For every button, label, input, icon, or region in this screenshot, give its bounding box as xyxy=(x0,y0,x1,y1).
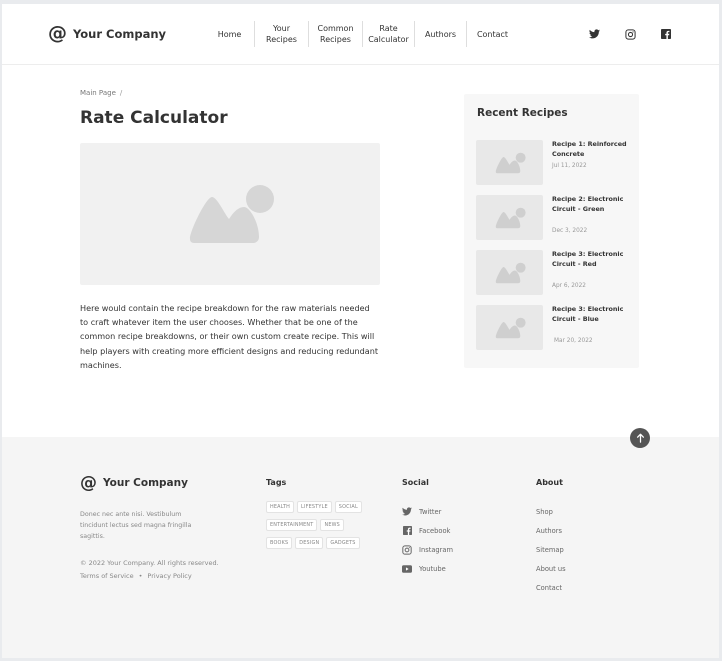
tag-design[interactable]: DESIGN xyxy=(295,537,324,549)
recipe-title[interactable]: Recipe 1: Reinforced Concrete xyxy=(552,140,632,159)
recipe-thumbnail xyxy=(476,305,543,350)
about-authors-link[interactable]: Authors xyxy=(536,521,566,540)
tag-gadgets[interactable]: GADGETS xyxy=(326,537,360,549)
page: @ Your Company Home Your Recipes Common … xyxy=(2,4,719,658)
recipe-title[interactable]: Recipe 3: Electronic Circuit - Red xyxy=(552,250,632,269)
legal-separator: • xyxy=(138,572,143,580)
image-placeholder-icon xyxy=(495,152,526,173)
about-us-link[interactable]: About us xyxy=(536,559,566,578)
breadcrumb: Main Page / xyxy=(80,89,122,97)
instagram-icon[interactable] xyxy=(623,27,637,41)
recipe-date: Jul 11, 2022 xyxy=(552,163,587,169)
image-placeholder-icon xyxy=(495,317,526,338)
facebook-icon xyxy=(402,526,412,536)
about-shop-link[interactable]: Shop xyxy=(536,502,566,521)
footer-logo-name: Your Company xyxy=(103,477,188,489)
arrow-up-icon xyxy=(636,433,644,443)
nav-common-recipes[interactable]: Common Recipes xyxy=(308,21,362,47)
tags-title: Tags xyxy=(266,478,287,487)
breadcrumb-separator: / xyxy=(119,89,123,97)
nav-home[interactable]: Home xyxy=(205,21,254,47)
tag-lifestyle[interactable]: LIFESTYLE xyxy=(297,501,332,513)
privacy-link[interactable]: Privacy Policy xyxy=(147,572,191,580)
footer-legal-links: Terms of Service • Privacy Policy xyxy=(80,572,192,580)
tag-list: HEALTH LIFESTYLE SOCIAL ENTERTAINMENT NE… xyxy=(266,501,376,555)
footer-blurb: Donec nec ante nisi. Vestibulum tincidun… xyxy=(80,511,192,540)
tag-health[interactable]: HEALTH xyxy=(266,501,295,513)
social-youtube-link[interactable]: Youtube xyxy=(402,559,453,578)
logo-at-icon: @ xyxy=(48,22,67,44)
image-placeholder-icon xyxy=(495,207,526,228)
nav-contact[interactable]: Contact xyxy=(466,21,518,47)
recent-recipe-item[interactable]: Recipe 3: Electronic Circuit - Red Apr 6… xyxy=(476,250,636,295)
image-placeholder-icon xyxy=(189,185,274,243)
recipe-thumbnail xyxy=(476,250,543,295)
about-sitemap-link[interactable]: Sitemap xyxy=(536,540,566,559)
main-nav: Home Your Recipes Common Recipes Rate Ca… xyxy=(205,21,518,47)
hero-image-placeholder xyxy=(80,143,380,285)
social-label: Twitter xyxy=(419,507,442,516)
social-facebook-link[interactable]: Facebook xyxy=(402,521,453,540)
back-to-top-button[interactable] xyxy=(630,428,650,448)
twitter-icon[interactable] xyxy=(587,27,601,41)
recent-recipe-item[interactable]: Recipe 3: Electronic Circuit - Blue Mar … xyxy=(476,305,636,350)
about-title: About xyxy=(536,478,563,487)
tag-entertainment[interactable]: ENTERTAINMENT xyxy=(266,519,318,531)
logo[interactable]: @ Your Company xyxy=(48,24,166,43)
instagram-icon xyxy=(402,544,412,555)
recipe-date: Mar 20, 2022 xyxy=(554,338,593,344)
recent-recipes-title: Recent Recipes xyxy=(477,107,568,119)
nav-your-recipes[interactable]: Your Recipes xyxy=(254,21,308,47)
recipe-thumbnail xyxy=(476,140,543,185)
tag-social[interactable]: SOCIAL xyxy=(334,501,362,513)
footer-copyright: © 2022 Your Company. All rights reserved… xyxy=(80,559,219,567)
footer-social-list: Twitter Facebook Instagram Youtube xyxy=(402,502,453,578)
about-contact-link[interactable]: Contact xyxy=(536,578,566,597)
footer-about-list: Shop Authors Sitemap About us Contact xyxy=(536,502,566,597)
logo-name: Your Company xyxy=(73,26,167,41)
social-label: Youtube xyxy=(419,564,446,573)
recipe-date: Dec 3, 2022 xyxy=(552,228,588,234)
recipe-title[interactable]: Recipe 3: Electronic Circuit - Blue xyxy=(552,305,632,324)
nav-rate-calculator[interactable]: Rate Calculator xyxy=(362,21,414,47)
footer-logo[interactable]: @ Your Company xyxy=(80,473,188,493)
recipe-title[interactable]: Recipe 2: Electronic Circuit - Green xyxy=(552,195,632,214)
site-header: @ Your Company Home Your Recipes Common … xyxy=(2,4,719,65)
recent-recipe-item[interactable]: Recipe 2: Electronic Circuit - Green Dec… xyxy=(476,195,636,240)
recipe-description: Here would contain the recipe breakdown … xyxy=(80,303,379,370)
header-social xyxy=(587,27,695,41)
social-instagram-link[interactable]: Instagram xyxy=(402,540,453,559)
social-label: Facebook xyxy=(419,526,451,535)
site-footer: @ Your Company Donec nec ante nisi. Vest… xyxy=(2,437,719,658)
social-twitter-link[interactable]: Twitter xyxy=(402,502,453,521)
recent-recipes-panel: Recent Recipes Recipe 1: Reinforced Conc… xyxy=(464,94,639,368)
twitter-icon xyxy=(402,507,412,517)
image-placeholder-icon xyxy=(495,262,526,283)
social-title: Social xyxy=(402,478,429,487)
page-title: Rate Calculator xyxy=(80,108,228,128)
nav-authors[interactable]: Authors xyxy=(414,21,466,47)
youtube-icon xyxy=(402,564,412,574)
tag-news[interactable]: NEWS xyxy=(320,519,344,531)
logo-at-icon: @ xyxy=(80,473,97,493)
recent-recipe-item[interactable]: Recipe 1: Reinforced Concrete Jul 11, 20… xyxy=(476,140,636,185)
tag-books[interactable]: BOOKS xyxy=(266,537,293,549)
breadcrumb-main-page[interactable]: Main Page xyxy=(80,89,116,97)
facebook-icon[interactable] xyxy=(659,27,673,41)
recipe-thumbnail xyxy=(476,195,543,240)
terms-link[interactable]: Terms of Service xyxy=(80,572,134,580)
recipe-date: Apr 6, 2022 xyxy=(552,283,586,289)
social-label: Instagram xyxy=(419,545,454,554)
